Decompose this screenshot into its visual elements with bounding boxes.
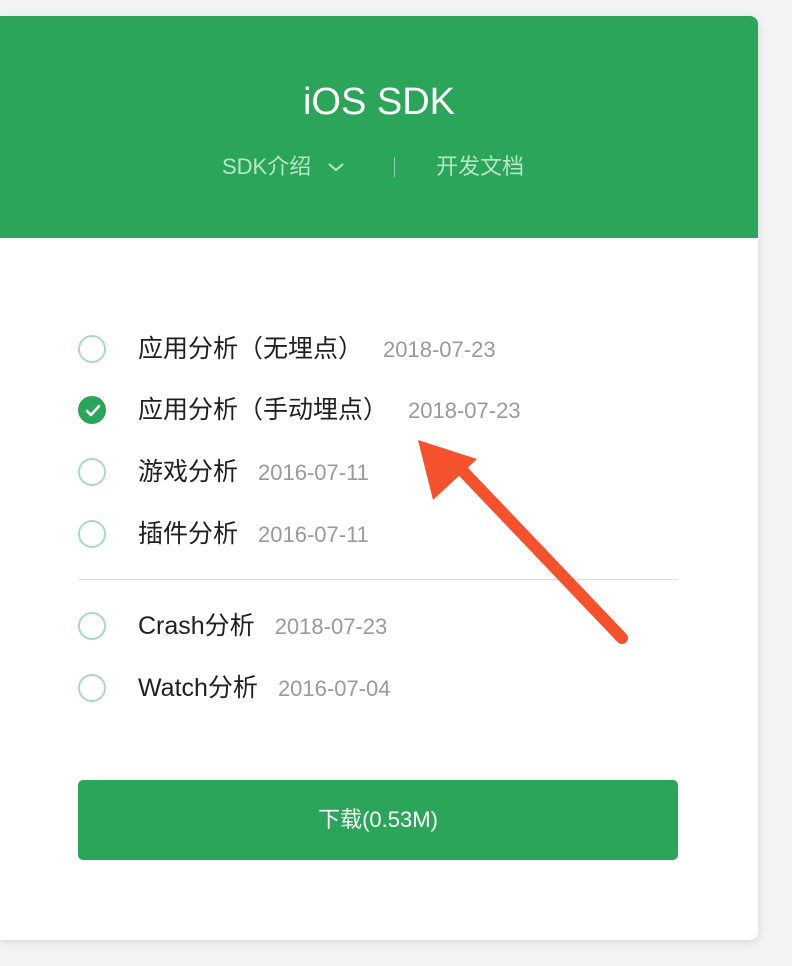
option-date: 2016-07-11 [258,522,369,547]
dev-docs-link[interactable]: 开发文档 [436,150,524,184]
option-date: 2018-07-23 [408,398,521,423]
option-date: 2018-07-23 [274,614,388,639]
header-nav: SDK介绍 开发文档 [0,150,758,184]
radio-button[interactable] [78,520,106,548]
sdk-intro-label: SDK介绍 [222,154,312,179]
option-name: Crash分析 [138,612,255,640]
card-header: iOS SDK SDK介绍 开发文档 [0,16,758,238]
sdk-intro-dropdown[interactable]: SDK介绍 [222,150,345,184]
option-name: 应用分析（无埋点） [138,335,364,363]
list-divider [78,579,678,580]
page-title: iOS SDK [302,81,456,123]
option-game-analytics[interactable]: 游戏分析 2016-07-11 [78,454,678,494]
radio-button[interactable] [78,458,106,486]
option-crash-analytics[interactable]: Crash分析 2018-07-23 [78,608,678,648]
option-plugin-analytics[interactable]: 插件分析 2016-07-11 [78,516,678,556]
option-date: 2018-07-23 [383,337,496,362]
option-name: 游戏分析 [138,458,239,486]
option-name: 插件分析 [138,520,239,548]
option-app-analytics-no-tracking[interactable]: 应用分析（无埋点） 2018-07-23 [78,331,678,371]
option-watch-analytics[interactable]: Watch分析 2016-07-04 [78,670,678,710]
option-date: 2016-07-11 [258,460,369,485]
option-app-analytics-manual-tracking[interactable]: 应用分析（手动埋点） 2018-07-23 [78,392,678,432]
radio-button[interactable] [78,335,106,363]
sdk-card: iOS SDK SDK介绍 开发文档 应用分析（无埋点） 2018-07-23 [0,16,758,940]
option-name: 应用分析（手动埋点） [138,396,389,424]
download-button[interactable]: 下载(0.53M) [78,780,678,860]
radio-button[interactable] [78,674,106,702]
option-date: 2016-07-04 [277,676,391,701]
chevron-down-icon [327,149,345,183]
radio-button-checked[interactable] [78,396,106,424]
check-icon [85,404,101,417]
option-name: Watch分析 [138,674,258,702]
radio-button[interactable] [78,612,106,640]
nav-divider [394,157,395,177]
